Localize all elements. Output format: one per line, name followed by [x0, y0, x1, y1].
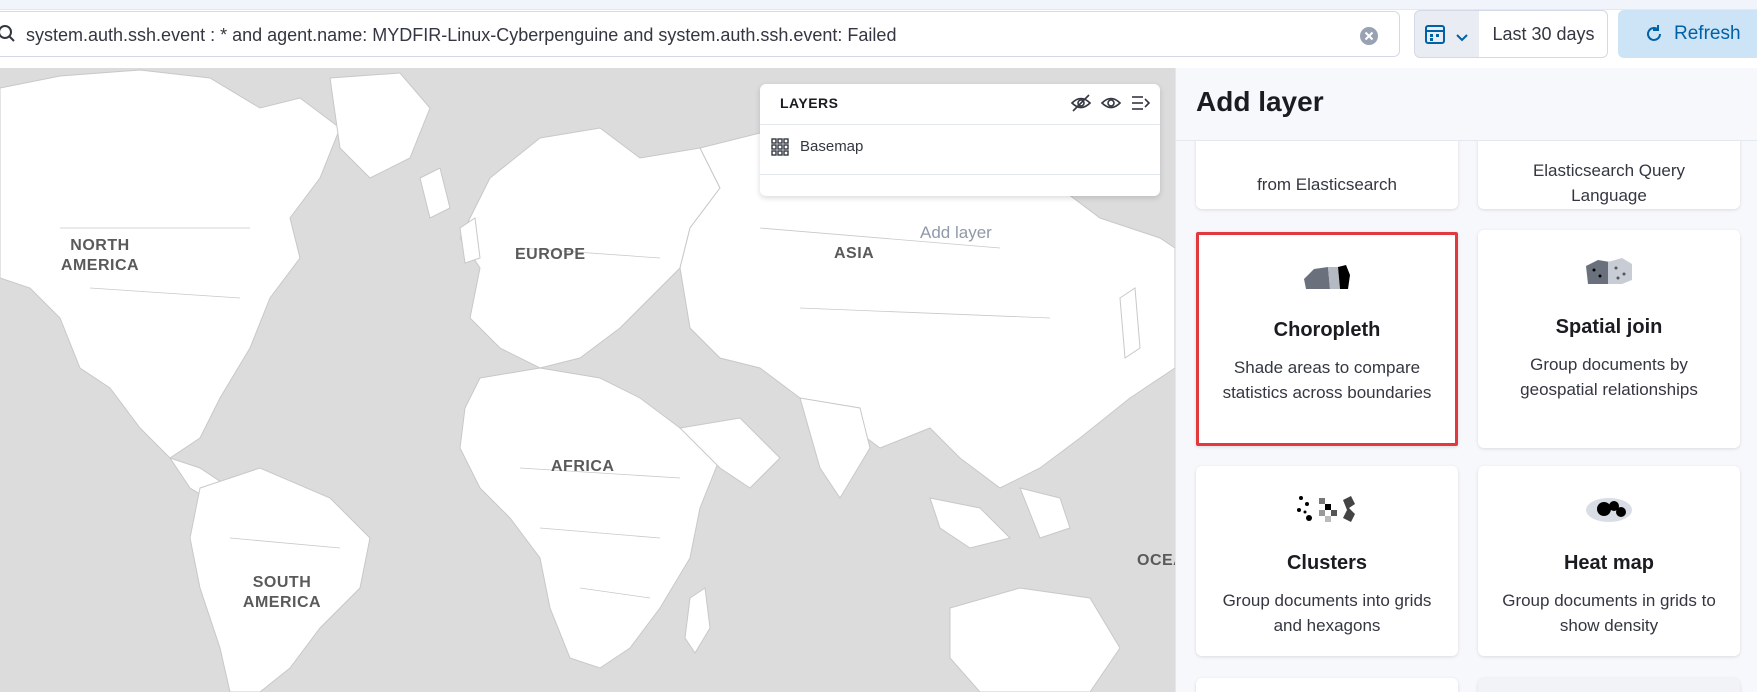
map-label-oceania: OCEA	[1137, 552, 1175, 569]
layer-card-spatial-join[interactable]: Spatial join Group documents by geospati…	[1478, 230, 1740, 448]
layers-panel: LAYERS Basemap	[760, 84, 1160, 196]
clusters-icon	[1196, 492, 1458, 528]
add-layer-ghost-label: Add layer	[920, 223, 992, 242]
search-input[interactable]: system.auth.ssh.event : * and agent.name…	[0, 11, 1400, 57]
add-layer-panel: Add layer from Elasticsearch Elasticsear…	[1175, 68, 1757, 692]
refresh-icon	[1644, 24, 1664, 49]
card-title: Choropleth	[1273, 319, 1381, 341]
date-picker-button[interactable]	[1414, 10, 1480, 58]
layers-toolbar	[1070, 92, 1152, 119]
card-description: Group documents into grids and hexagons	[1222, 591, 1432, 635]
layer-card-heatmap[interactable]: Heat map Group documents in grids to sho…	[1478, 466, 1740, 656]
layer-card-choropleth[interactable]: Choropleth Shade areas to compare statis…	[1196, 232, 1458, 446]
card-title: Spatial join	[1555, 316, 1663, 338]
clear-icon[interactable]	[1359, 26, 1379, 51]
calendar-icon	[1425, 24, 1447, 49]
choropleth-icon	[1199, 261, 1455, 297]
layer-row-basemap[interactable]: Basemap	[770, 132, 1150, 162]
heatmap-icon	[1478, 492, 1740, 528]
date-range-display[interactable]: Last 30 days	[1479, 10, 1608, 58]
eye-icon[interactable]	[1100, 92, 1122, 119]
card-title: Heat map	[1563, 552, 1655, 574]
layers-divider	[760, 124, 1160, 125]
refresh-label: Refresh	[1674, 23, 1741, 44]
map-label-africa: AFRICA	[551, 458, 615, 475]
eye-closed-icon[interactable]	[1070, 92, 1092, 119]
card-description: Shade areas to compare statistics across…	[1222, 358, 1432, 402]
layers-divider	[760, 174, 1160, 175]
card-title: Clusters	[1286, 552, 1368, 574]
layer-name: Basemap	[800, 138, 864, 155]
map-label-south-america: SOUTH AMERICA	[242, 574, 322, 611]
search-icon	[0, 24, 21, 51]
collapse-menu-icon[interactable]	[1130, 92, 1152, 119]
layers-title: LAYERS	[780, 95, 839, 111]
chevron-down-icon	[1455, 30, 1469, 48]
query-text: system.auth.ssh.event : * and agent.name…	[26, 25, 897, 45]
map-label-asia: ASIA	[834, 245, 875, 262]
card-description: Elasticsearch Query Language	[1532, 161, 1686, 205]
refresh-button[interactable]: Refresh	[1618, 10, 1757, 58]
card-description: from Elasticsearch	[1257, 175, 1397, 194]
map-label-europe: EUROPE	[515, 246, 586, 263]
panel-header: Add layer	[1176, 68, 1757, 141]
layer-card-partial[interactable]	[1478, 678, 1740, 692]
panel-title: Add layer	[1196, 86, 1324, 117]
query-bar: system.auth.ssh.event : * and agent.name…	[0, 0, 1757, 68]
layer-card-partial[interactable]	[1196, 678, 1458, 692]
layer-card-clusters[interactable]: Clusters Group documents into grids and …	[1196, 466, 1458, 656]
spatial-join-icon	[1478, 256, 1740, 292]
grid-icon	[771, 138, 789, 161]
card-description: Group documents in grids to show density	[1502, 591, 1716, 635]
date-range-label: Last 30 days	[1492, 24, 1595, 44]
card-description: Group documents by geospatial relationsh…	[1520, 355, 1698, 399]
map-label-north-america: NORTH AMERICA	[60, 237, 140, 274]
top-divider	[0, 0, 1757, 10]
